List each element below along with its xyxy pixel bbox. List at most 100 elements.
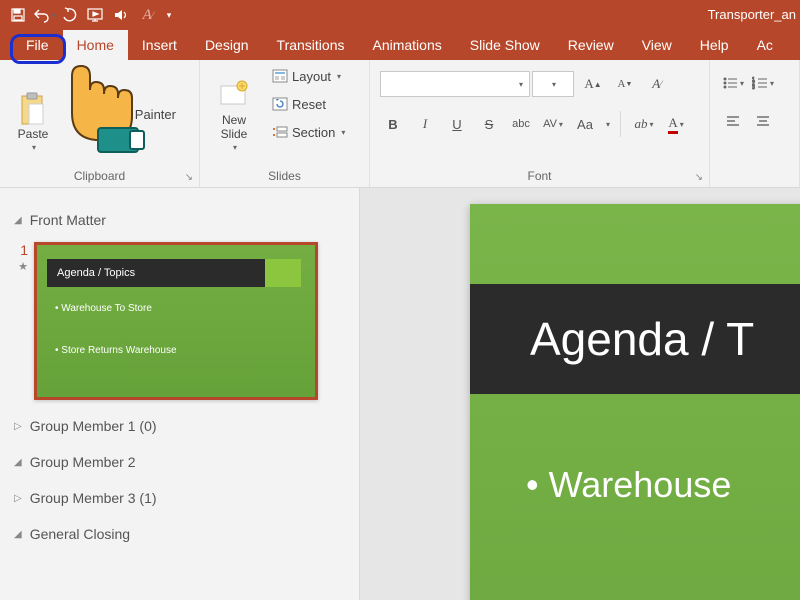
quick-access-toolbar: ▾ A⁄ ▾ [6,3,176,27]
chevron-down-icon[interactable]: ▾ [52,11,56,20]
align-left-button[interactable] [720,108,746,134]
save-icon[interactable] [6,3,30,27]
decrease-font-icon[interactable]: A▼ [612,71,638,97]
section-group-1[interactable]: ▷Group Member 1 (0) [14,408,345,444]
separator [620,111,621,137]
chevron-down-icon[interactable]: ▾ [552,80,556,89]
group-paragraph: ▾ 123▾ [710,60,800,187]
paste-button[interactable]: Paste ▾ [6,64,60,152]
align-center-button[interactable] [750,108,776,134]
slide-thumb-1[interactable]: 1 ★ Agenda / Topics • Warehouse To Store… [14,242,345,400]
tab-home[interactable]: Home [63,30,128,60]
new-slide-label: New Slide [221,113,248,141]
char-spacing-button[interactable]: AV▾ [540,111,566,137]
slide-thumbnail[interactable]: Agenda / Topics • Warehouse To Store • S… [34,242,318,400]
highlight-color-button[interactable]: ab▾ [631,111,657,137]
text-shadow-button[interactable]: abc [508,111,534,137]
font-color-button[interactable]: A▾ [663,111,689,137]
clear-formatting-icon[interactable]: A⁄ [136,3,160,27]
chevron-down-icon[interactable]: ▾ [233,143,237,152]
chevron-down-icon[interactable]: ▾ [680,120,684,129]
reset-button[interactable]: Reset [268,92,349,116]
slide-title[interactable]: Agenda / T [470,284,800,394]
tab-insert[interactable]: Insert [128,30,191,60]
document-title: Transporter_an [708,0,800,30]
reset-label: Reset [292,97,326,112]
chevron-down-icon[interactable]: ▾ [337,72,341,81]
layout-label: Layout [292,69,331,84]
volume-icon[interactable] [110,3,134,27]
tab-animations[interactable]: Animations [358,30,455,60]
group-font: ▾ ▾ A▲ A▼ A⁄ B I U S abc AV▾ Aa▾ ab▾ A▾ … [370,60,710,187]
section-label: Group Member 1 (0) [30,418,157,434]
start-show-icon[interactable] [84,3,108,27]
group-slides: New Slide ▾ Layout ▾ Reset Section ▾ Slides [200,60,370,187]
dialog-launcher-icon[interactable]: ↘ [185,172,193,183]
undo-icon[interactable]: ▾ [32,3,56,27]
paintbrush-icon [70,106,86,122]
qat-more-icon[interactable]: ▾ [162,3,176,27]
font-name-combo[interactable]: ▾ [380,71,530,97]
animation-star-icon: ★ [14,260,28,273]
thumb-bullet-2: • Store Returns Warehouse [55,345,177,356]
section-label: General Closing [30,526,130,542]
dialog-launcher-icon[interactable]: ↘ [695,172,703,183]
group-label-font: Font↘ [376,166,703,187]
section-general-closing[interactable]: ◢General Closing [14,516,345,552]
group-label-clipboard: Clipboard↘ [6,166,193,187]
change-case-button[interactable]: Aa [572,111,598,137]
bullets-button[interactable]: ▾ [720,70,746,96]
section-front-matter[interactable]: ◢Front Matter [14,202,345,238]
group-label-paragraph [716,180,793,187]
slide-1[interactable]: Agenda / T • Warehouse [470,204,800,600]
tab-slideshow[interactable]: Slide Show [456,30,554,60]
section-button[interactable]: Section ▾ [268,120,349,144]
layout-button[interactable]: Layout ▾ [268,64,349,88]
chevron-down-icon[interactable]: ▾ [519,80,523,89]
format-painter-button[interactable]: Format Painter [66,102,180,126]
chevron-down-icon[interactable]: ▾ [559,120,563,129]
section-label: Section [292,125,335,140]
numbering-button[interactable]: 123▾ [750,70,776,96]
section-label: Group Member 2 [30,454,136,470]
font-size-combo[interactable]: ▾ [532,71,574,97]
section-icon [272,124,288,140]
slide-bullet-1[interactable]: • Warehouse [526,464,731,506]
triangle-right-icon: ▷ [14,493,22,504]
tab-extra[interactable]: Ac [743,30,787,60]
section-group-2[interactable]: ◢ Group Member 2 [14,444,345,480]
tab-view[interactable]: View [628,30,686,60]
ribbon-tabstrip: File Home Insert Design Transitions Anim… [0,30,800,60]
triangle-down-icon: ◢ [14,215,22,226]
tab-file[interactable]: File [12,30,63,60]
chevron-down-icon[interactable]: ▾ [770,79,774,88]
chevron-down-icon[interactable]: ▾ [740,79,744,88]
chevron-down-icon[interactable]: ▾ [606,120,610,129]
group-label-slides: Slides [206,166,363,187]
format-painter-label: Format Painter [90,107,176,122]
tab-transitions[interactable]: Transitions [263,30,359,60]
triangle-down-icon: ◢ [14,457,22,468]
clear-formatting-icon[interactable]: A⁄ [644,71,670,97]
section-group-3[interactable]: ▷Group Member 3 (1) [14,480,345,516]
tab-review[interactable]: Review [554,30,628,60]
underline-button[interactable]: U [444,111,470,137]
new-slide-button[interactable]: New Slide ▾ [206,64,262,152]
slide-number: 1 [14,242,28,258]
reset-icon [272,96,288,112]
italic-button[interactable]: I [412,111,438,137]
paste-label: Paste [18,127,49,141]
tab-design[interactable]: Design [191,30,263,60]
chevron-down-icon[interactable]: ▾ [650,120,654,129]
chevron-down-icon[interactable]: ▾ [341,128,345,137]
clipboard-icon [17,93,49,125]
increase-font-icon[interactable]: A▲ [580,71,606,97]
chevron-down-icon[interactable]: ▾ [32,143,36,152]
strike-button[interactable]: S [476,111,502,137]
tab-help[interactable]: Help [686,30,743,60]
slide-canvas[interactable]: Agenda / T • Warehouse [360,188,800,600]
main-area: ◢Front Matter 1 ★ Agenda / Topics • Ware… [0,188,800,600]
bold-button[interactable]: B [380,111,406,137]
redo-icon[interactable] [58,3,82,27]
outline-pane[interactable]: ◢Front Matter 1 ★ Agenda / Topics • Ware… [0,188,360,600]
